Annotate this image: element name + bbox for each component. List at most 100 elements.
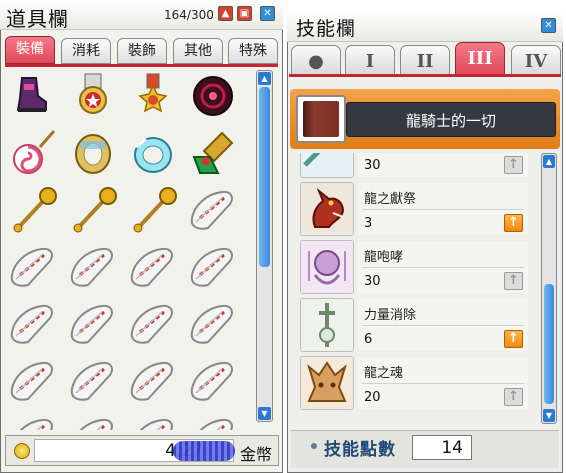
- tab-job-1[interactable]: I: [345, 45, 395, 75]
- dark-sphere-icon: [193, 76, 233, 116]
- inventory-slot[interactable]: [126, 127, 180, 179]
- raise-skill-button[interactable]: ↑: [504, 214, 523, 232]
- boots-icon: [16, 77, 47, 112]
- cloak-icon: [190, 247, 233, 287]
- raise-skill-button[interactable]: ↑: [504, 272, 523, 290]
- power-crash-icon[interactable]: [300, 298, 354, 352]
- medal-star-icon: [138, 73, 168, 113]
- inventory-slot[interactable]: [126, 355, 180, 407]
- tab-setup[interactable]: 裝飾: [117, 38, 167, 64]
- inventory-slot[interactable]: [126, 70, 180, 122]
- dragon-roar-icon[interactable]: [300, 240, 354, 294]
- inventory-slot[interactable]: [6, 241, 60, 293]
- skill-scroll-down-icon[interactable]: ▼: [543, 409, 555, 422]
- inventory-slot[interactable]: [126, 298, 180, 350]
- tab-beginner[interactable]: ●: [291, 45, 341, 75]
- inventory-slot[interactable]: [186, 127, 240, 179]
- mace-icon: [133, 187, 177, 233]
- inventory-slot-count: 164/300: [164, 8, 214, 22]
- inventory-slot[interactable]: [66, 412, 120, 430]
- cloak-icon: [19, 418, 53, 430]
- inventory-slot[interactable]: [186, 241, 240, 293]
- inventory-slot[interactable]: [6, 127, 60, 179]
- money-bar: 4,27 金幣: [5, 435, 279, 466]
- skill-list: 30 ↑ 龍之獻祭 3 ↑ 龍咆哮 30 ↑ 力量消除 6 ↑ 龍之魂 20 ↑: [294, 153, 537, 423]
- cloak-icon: [130, 361, 173, 401]
- skill-scrollbar[interactable]: ▲ ▼: [541, 153, 557, 424]
- inventory-slot[interactable]: [6, 412, 60, 430]
- divider: [362, 209, 524, 210]
- sort-up-icon[interactable]: ▲: [218, 6, 233, 21]
- scroll-down-icon[interactable]: ▼: [258, 407, 271, 420]
- skill-name: 龍之獻祭: [364, 192, 417, 207]
- tab-beginner-label: ●: [308, 51, 324, 72]
- cloak-icon: [130, 304, 173, 344]
- inventory-slot[interactable]: [186, 412, 240, 430]
- medal-red-icon: [79, 73, 107, 114]
- skill-close-icon[interactable]: ✕: [541, 18, 556, 33]
- inventory-slot[interactable]: [126, 412, 180, 430]
- inventory-slot[interactable]: [6, 184, 60, 236]
- inventory-slot[interactable]: [66, 241, 120, 293]
- inventory-scrollbar[interactable]: ▲ ▼: [256, 70, 273, 422]
- skill-row[interactable]: 龍咆哮 30 ↑: [294, 239, 537, 297]
- inventory-slot[interactable]: [126, 184, 180, 236]
- inventory-slot[interactable]: [66, 355, 120, 407]
- skill-name: 龍之魂: [364, 366, 404, 381]
- tab-equip[interactable]: 裝備: [5, 36, 55, 64]
- skill-row[interactable]: 龍之獻祭 3 ↑: [294, 181, 537, 239]
- job-name-plate: 龍騎士的一切: [346, 102, 556, 137]
- skill-scroll-up-icon[interactable]: ▲: [543, 155, 555, 168]
- close-icon[interactable]: ✕: [260, 6, 275, 21]
- skill-points-field: 14: [412, 435, 472, 460]
- inventory-slot[interactable]: [186, 355, 240, 407]
- raise-skill-button[interactable]: ↑: [504, 156, 523, 174]
- job-name: 龍騎士的一切: [405, 112, 496, 130]
- raise-skill-button[interactable]: ↑: [504, 330, 523, 348]
- inventory-slot[interactable]: [186, 298, 240, 350]
- tab-use[interactable]: 消耗: [61, 38, 111, 64]
- cloak-icon: [70, 304, 113, 344]
- inventory-slot[interactable]: [66, 184, 120, 236]
- scroll-up-icon[interactable]: ▲: [258, 72, 271, 85]
- tab-job-1-label: I: [365, 51, 375, 72]
- money-field: 4,27: [34, 439, 235, 462]
- inventory-slot[interactable]: [6, 298, 60, 350]
- inventory-slot[interactable]: [186, 184, 240, 236]
- inventory-titlebar[interactable]: 道具欄 164/300 ▲ ▣ ✕: [0, 0, 283, 31]
- skill-info: 龍咆哮 30 ↑: [358, 241, 528, 293]
- merge-icon[interactable]: ▣: [237, 6, 252, 21]
- bullet-icon: [311, 443, 317, 449]
- divider: [362, 325, 524, 326]
- inventory-slot[interactable]: [6, 355, 60, 407]
- tab-job-4[interactable]: IV: [511, 45, 561, 75]
- inventory-slot[interactable]: [66, 298, 120, 350]
- tab-etc[interactable]: 其他: [173, 38, 223, 64]
- inventory-slot[interactable]: [186, 70, 240, 122]
- inventory-slot[interactable]: [126, 241, 180, 293]
- skill-row[interactable]: 龍之魂 20 ↑: [294, 355, 537, 413]
- skill-scroll-thumb[interactable]: [544, 284, 554, 404]
- inventory-slot[interactable]: [66, 127, 120, 179]
- skill-titlebar[interactable]: 技能欄: [287, 9, 563, 42]
- skill-title: 技能欄: [296, 18, 357, 40]
- skill-level: 6: [364, 332, 373, 347]
- scroll-thumb[interactable]: [259, 87, 270, 267]
- skill-row[interactable]: 力量消除 6 ↑: [294, 297, 537, 355]
- tab-job-3[interactable]: III: [455, 42, 505, 75]
- skill-points-value: 14: [441, 438, 463, 458]
- dragon-blood-icon[interactable]: [300, 356, 354, 410]
- inventory-slot[interactable]: [6, 70, 60, 122]
- skill-points-bar: 技能點數 14: [291, 430, 559, 468]
- raise-skill-button[interactable]: ↑: [504, 388, 523, 406]
- skill-row[interactable]: 30 ↑: [294, 153, 537, 181]
- dragon-sacrifice-icon[interactable]: [300, 182, 354, 236]
- cloak-icon: [190, 361, 233, 401]
- inventory-slot[interactable]: [66, 70, 120, 122]
- skill-level: 30: [364, 274, 381, 289]
- dragon-crusher-icon[interactable]: [300, 153, 354, 178]
- skill-level: 30: [364, 158, 381, 173]
- skill-points-label: 技能點數: [324, 440, 396, 460]
- tab-job-2[interactable]: II: [400, 45, 450, 75]
- tab-cash[interactable]: 特殊: [228, 38, 278, 64]
